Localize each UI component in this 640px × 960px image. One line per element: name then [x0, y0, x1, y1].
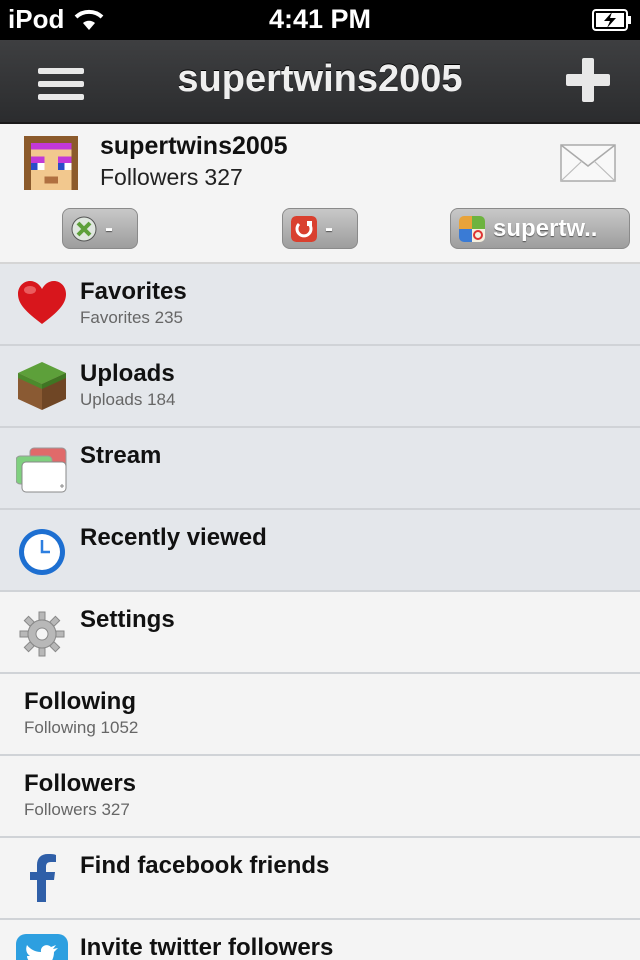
menu-item-title: Following	[24, 688, 136, 715]
clock-time: 4:41 PM	[268, 4, 372, 34]
grass-block-icon	[18, 362, 66, 410]
game-center-account-label: supertw..	[493, 215, 598, 242]
followers-label: Followers	[100, 164, 199, 190]
menu-item-title: Invite twitter followers	[80, 934, 334, 960]
menu-item-title: Find facebook friends	[80, 852, 330, 879]
menu-item-title: Recently viewed	[80, 524, 267, 551]
profile-header: supertwins2005 Followers 327 - - supertw.…	[0, 124, 640, 264]
status-bar: iPod 4:41 PM	[0, 0, 640, 40]
xbox-account-label: -	[105, 215, 113, 242]
stream-icon	[16, 447, 67, 493]
followers-count: 327	[204, 164, 243, 190]
menu-item-settings[interactable]: Settings	[0, 592, 640, 674]
profile-followers: Followers 327	[100, 164, 249, 191]
minecraft-pe-account-label: -	[325, 215, 333, 242]
menu-item-recently-viewed[interactable]: Recently viewed	[0, 510, 640, 592]
menu-item-title: Stream	[80, 442, 162, 469]
menu-item-invite-twitter-followers[interactable]: Invite twitter followers	[0, 920, 640, 960]
menu-item-subtitle: Favorites 235	[80, 308, 183, 327]
xbox-icon	[71, 216, 97, 242]
game-center-account-button[interactable]: supertw..	[450, 208, 630, 249]
avatar[interactable]	[24, 136, 78, 190]
heart-icon	[18, 281, 66, 324]
menu-item-followers[interactable]: Followers Followers 327	[0, 756, 640, 838]
menu-item-uploads[interactable]: Uploads Uploads 184	[0, 346, 640, 428]
battery-icon	[592, 9, 631, 31]
menu-item-subtitle: Followers 327	[24, 800, 130, 819]
menu-item-following[interactable]: Following Following 1052	[0, 674, 640, 756]
page-title: supertwins2005	[177, 58, 463, 100]
plus-icon[interactable]	[566, 58, 610, 102]
menu-list: Favorites Favorites 235 Uploads Uploads …	[0, 264, 640, 960]
gear-icon	[19, 611, 65, 657]
menu-item-favorites[interactable]: Favorites Favorites 235	[0, 264, 640, 346]
menu-item-subtitle: Following 1052	[24, 718, 139, 737]
minecraft-pe-icon	[291, 216, 317, 242]
menu-item-title: Followers	[24, 770, 137, 797]
menu-item-stream[interactable]: Stream	[0, 428, 640, 510]
menu-item-title: Favorites	[80, 278, 187, 305]
navigation-bar: supertwins2005	[0, 40, 640, 124]
facebook-icon	[30, 854, 56, 902]
menu-item-title: Uploads	[80, 360, 175, 387]
hamburger-menu-icon[interactable]	[38, 68, 84, 100]
clock-icon	[19, 529, 65, 575]
xbox-account-button[interactable]: -	[62, 208, 138, 249]
menu-item-subtitle: Uploads 184	[80, 390, 176, 409]
game-center-icon	[459, 216, 485, 242]
profile-username: supertwins2005	[100, 132, 288, 160]
menu-item-find-facebook-friends[interactable]: Find facebook friends	[0, 838, 640, 920]
mail-icon[interactable]	[560, 144, 616, 182]
minecraft-pe-account-button[interactable]: -	[282, 208, 358, 249]
twitter-icon	[16, 934, 68, 960]
menu-item-title: Settings	[80, 606, 175, 633]
